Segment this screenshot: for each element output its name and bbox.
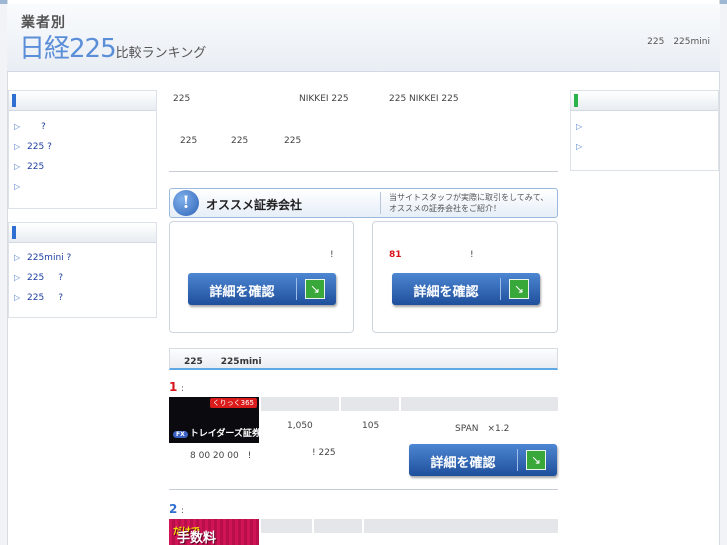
broker-logo[interactable]: くりっく365 FX トレイダーズ証券	[169, 397, 261, 443]
arrow-go-icon: ↘	[526, 450, 546, 470]
details-button-label: 詳細を確認	[430, 456, 496, 471]
table-cell: 105	[362, 421, 380, 431]
arrow-right-icon: ▷	[576, 122, 583, 131]
broker-logo[interactable]: 手数料 だけで	[169, 519, 259, 545]
table-header-cell	[364, 519, 558, 533]
sidebar-item[interactable]: ▷	[571, 137, 718, 157]
details-button-label: 詳細を確認	[413, 285, 479, 300]
section-title: 225 225mini	[184, 357, 262, 367]
sidebar-item[interactable]: ▷ 225?	[9, 288, 156, 308]
intro-text: 225	[231, 136, 249, 146]
divider	[169, 489, 558, 490]
table-header-cell	[314, 519, 362, 533]
logo-tag: くりっく365	[209, 398, 257, 408]
ranking-section-header: 225 225mini	[169, 348, 558, 370]
recommend-card: ! 詳細を確認 ↘	[169, 221, 354, 333]
rank-note: 8 00 20 00 !	[190, 451, 252, 461]
details-button-label: 詳細を確認	[209, 285, 275, 300]
recommend-card: 81 ! 詳細を確認 ↘	[372, 221, 558, 333]
right-sidebar-menu: ▷ ▷	[570, 90, 719, 171]
intro-text: 225	[173, 94, 191, 104]
table-cell: 1,050	[287, 421, 313, 431]
logo-name-text: トレイダーズ証券	[189, 429, 261, 439]
left-sidebar-menu-1: ▷? ▷ 225 ? ▷ 225 ▷	[8, 90, 157, 209]
site-header: 業者別 日経225比較ランキング 225 225mini	[7, 4, 720, 72]
site-logo[interactable]: 日経225比較ランキング	[19, 28, 207, 64]
arrow-right-icon: ▷	[14, 293, 21, 302]
intro-text: 225	[180, 136, 198, 146]
rank-number: 2	[169, 502, 178, 516]
table-header-cell	[261, 519, 312, 533]
sidebar-item[interactable]: ▷	[9, 177, 156, 197]
sidebar-header-accent	[12, 226, 16, 239]
button-separator	[296, 278, 297, 300]
card-text: !	[470, 250, 474, 260]
rank-number: 1	[169, 380, 178, 394]
arrow-go-icon: ↘	[509, 279, 529, 299]
sidebar-item[interactable]: ▷ 225	[9, 157, 156, 177]
button-separator	[517, 449, 518, 471]
sidebar-item-label: 225	[27, 273, 45, 283]
arrow-right-icon: ▷	[14, 122, 21, 131]
details-button[interactable]: 詳細を確認 ↘	[188, 273, 336, 305]
sidebar-item-suffix: ?	[41, 122, 46, 132]
intro-text: NIKKEI 225	[299, 94, 349, 104]
sidebar-item-suffix: ?	[47, 142, 52, 152]
sidebar-item-label: 225	[27, 142, 45, 152]
table-header-cell	[401, 397, 558, 411]
logo-sub-text: 比較ランキング	[115, 46, 207, 61]
table-header-cell	[341, 397, 399, 411]
left-sidebar-menu-2: ▷ 225mini ? ▷ 225? ▷ 225?	[8, 222, 157, 318]
table-header-cell	[261, 397, 339, 411]
sidebar-item-label: 225mini	[27, 253, 64, 263]
rank-colon: :	[181, 384, 185, 394]
details-button[interactable]: 詳細を確認 ↘	[409, 444, 557, 476]
sidebar-item[interactable]: ▷ 225 ?	[9, 137, 156, 157]
sidebar-item[interactable]: ▷ 225mini ?	[9, 248, 156, 268]
header-link[interactable]: 225 225mini	[647, 34, 710, 47]
button-separator	[500, 278, 501, 300]
sidebar-item[interactable]: ▷ 225?	[9, 268, 156, 288]
sidebar-item-suffix: ?	[66, 253, 72, 263]
sidebar-item-label: 225	[27, 162, 45, 172]
intro-text: 225 NIKKEI 225	[389, 94, 459, 104]
sidebar-item-label: 225	[27, 293, 45, 303]
rank-note: ! 225	[312, 448, 336, 458]
sidebar-item[interactable]: ▷?	[9, 117, 156, 137]
rank-colon: :	[181, 506, 185, 516]
logo-text-main: 手数料	[177, 531, 217, 545]
divider	[169, 171, 558, 172]
arrow-right-icon: ▷	[14, 253, 21, 262]
arrow-right-icon: ▷	[14, 142, 21, 151]
details-button[interactable]: 詳細を確認 ↘	[392, 273, 540, 305]
sidebar-header	[9, 223, 156, 243]
arrow-right-icon: ▷	[14, 162, 21, 171]
arrow-right-icon: ▷	[14, 182, 21, 191]
logo-pill: FX	[173, 431, 188, 438]
sidebar-header	[571, 91, 718, 111]
exclamation-icon: !	[173, 190, 199, 216]
logo-text: 手数料 だけで	[173, 523, 216, 545]
arrow-right-icon: ▷	[576, 142, 583, 151]
arrow-right-icon: ▷	[14, 273, 21, 282]
logo-name: FX トレイダーズ証券	[173, 426, 261, 439]
sidebar-item-suffix: ?	[58, 293, 63, 303]
intro-text: 225	[284, 136, 302, 146]
table-cell: SPAN ×1.2	[455, 424, 510, 434]
sidebar-header	[9, 91, 156, 111]
recommend-title: オススメ証券会社	[206, 198, 303, 212]
recommend-description: 当サイトスタッフが実際に取引をしてみて、オススメの証券会社をご紹介！	[380, 192, 555, 214]
sidebar-header-accent	[12, 94, 16, 107]
card-highlight: 81	[389, 250, 402, 260]
logo-big-text: 日経225	[19, 34, 117, 64]
recommend-banner: ! オススメ証券会社 当サイトスタッフが実際に取引をしてみて、オススメの証券会社…	[169, 188, 558, 218]
sidebar-item[interactable]: ▷	[571, 117, 718, 137]
card-text: !	[330, 250, 334, 260]
arrow-go-icon: ↘	[305, 279, 325, 299]
sidebar-item-suffix: ?	[58, 273, 63, 283]
sidebar-header-accent	[574, 94, 578, 107]
